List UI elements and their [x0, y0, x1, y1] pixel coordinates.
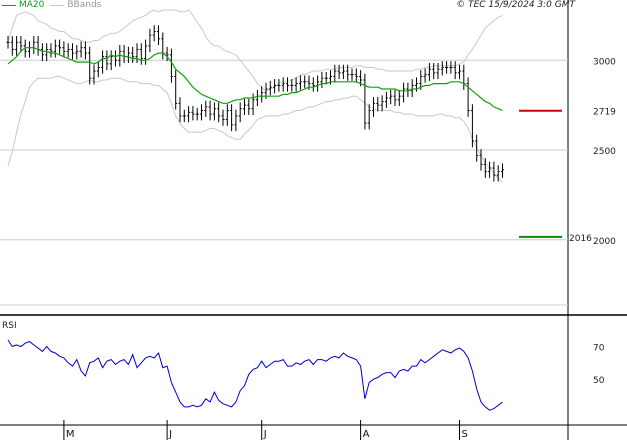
bb-upper-line: [7, 9, 503, 92]
price-tick-label: 2000: [593, 237, 616, 247]
ma-legend-label: MA20: [19, 0, 45, 10]
month-label: M: [66, 429, 75, 440]
price-tick-label: 2500: [593, 147, 616, 157]
resistance-level-label: 2719: [593, 108, 616, 118]
chart-stage: 2000 2500 3000 50 70 2719 2016 M J J A S: [0, 0, 627, 440]
month-label: A: [363, 429, 370, 440]
rsi-line: [7, 339, 503, 411]
bb-legend-swatch: [50, 4, 65, 6]
bb-legend-label: BBands: [67, 0, 102, 10]
price-tick-label: 3000: [593, 57, 616, 67]
month-label: S: [462, 429, 468, 440]
rsi-tick-label: 70: [593, 344, 605, 354]
support-level-label: 2016: [569, 234, 592, 244]
chart-legend: MA20 BBands: [0, 0, 101, 11]
month-label: J: [263, 429, 267, 440]
rsi-title: RSI: [2, 321, 17, 331]
copyright-stamp: © TEC 15/9/2024 3:0 GMT: [456, 0, 575, 10]
ma-legend-swatch: [2, 4, 16, 6]
rsi-tick-label: 50: [593, 376, 605, 386]
chart-svg: 2000 2500 3000 50 70 2719 2016 M J J A S: [0, 0, 627, 440]
bb-lower-line: [7, 75, 503, 183]
month-label: J: [168, 429, 172, 440]
